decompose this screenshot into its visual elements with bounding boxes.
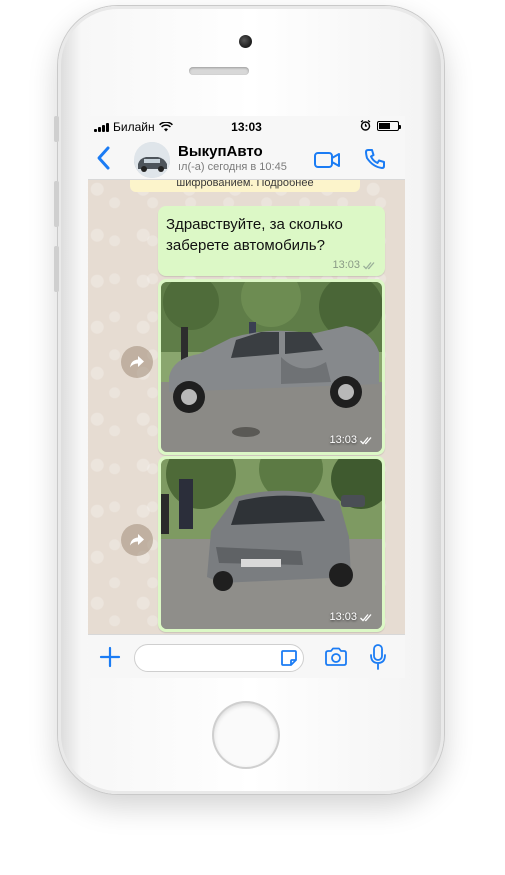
message-meta: 13:03	[329, 611, 374, 623]
outgoing-image-message[interactable]: 13:03	[158, 456, 385, 632]
sticker-icon[interactable]	[280, 649, 298, 667]
chat-header: ВыкупАвто ıл(-а) сегодня в 10:45	[88, 138, 405, 180]
damaged-car-side-image	[161, 282, 382, 452]
status-bar: Билайн 13:03	[88, 116, 405, 138]
message-meta: 13:03	[329, 434, 374, 446]
volume-up-button	[54, 181, 59, 227]
phone-icon[interactable]	[363, 147, 387, 171]
encryption-notice[interactable]: шифрованием. Подробнее	[130, 180, 360, 192]
message-time: 13:03	[332, 259, 360, 271]
car-photo-front[interactable]: 13:03	[161, 459, 382, 629]
front-camera	[239, 35, 252, 48]
chat-area[interactable]: шифрованием. Подробнее Здравствуйте, за …	[88, 180, 405, 634]
car-avatar-icon	[134, 142, 170, 178]
battery-icon	[377, 120, 401, 131]
microphone-icon[interactable]	[370, 644, 386, 670]
double-check-icon	[363, 261, 375, 269]
home-button[interactable]	[214, 703, 278, 767]
car-photo-side[interactable]: 13:03	[161, 282, 382, 452]
chevron-left-icon[interactable]	[94, 144, 114, 172]
last-seen-status: ıл(-а) сегодня в 10:45	[178, 161, 287, 173]
message-time: 13:03	[329, 611, 357, 623]
volume-down-button	[54, 246, 59, 292]
forward-arrow-icon	[130, 356, 144, 368]
message-text: Здравствуйте, за сколько заберете автомо…	[166, 216, 343, 254]
forward-arrow-icon	[130, 534, 144, 546]
camera-icon[interactable]	[324, 647, 348, 667]
double-check-icon	[360, 613, 372, 621]
plus-icon[interactable]	[98, 645, 122, 669]
double-check-icon	[360, 436, 372, 444]
earpiece-speaker	[189, 67, 249, 75]
outgoing-text-message[interactable]: Здравствуйте, за сколько заберете автомо…	[158, 206, 385, 276]
contact-name[interactable]: ВыкупАвто	[178, 143, 263, 160]
message-meta: 13:03	[332, 259, 377, 271]
avatar[interactable]	[134, 142, 170, 178]
video-camera-icon[interactable]	[313, 150, 341, 170]
forward-button[interactable]	[121, 524, 153, 556]
damaged-car-front-image	[161, 459, 382, 629]
outgoing-image-message[interactable]: 13:03	[158, 279, 385, 455]
forward-button[interactable]	[121, 346, 153, 378]
alarm-icon	[360, 120, 371, 131]
composer-bar	[88, 634, 405, 678]
status-right-group	[360, 120, 401, 131]
phone-screen: Билайн 13:03 ВыкупАвто ıл(-а) сегодня в …	[88, 116, 405, 678]
status-time: 13:03	[231, 120, 262, 134]
message-input[interactable]	[134, 644, 304, 672]
mute-switch	[54, 116, 59, 142]
message-time: 13:03	[329, 434, 357, 446]
